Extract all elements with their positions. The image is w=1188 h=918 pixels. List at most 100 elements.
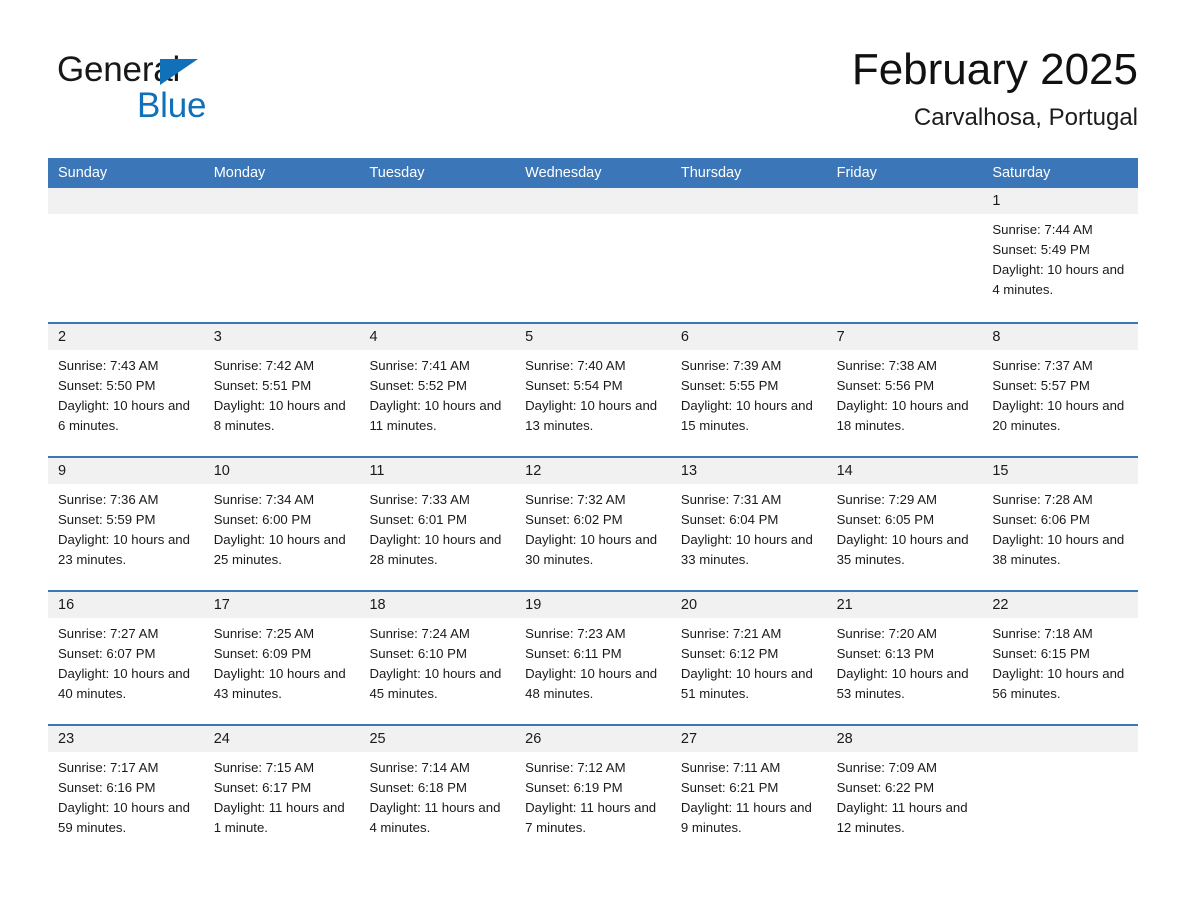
sunset-text: Sunset: 5:50 PM — [58, 378, 156, 393]
day-number: 18 — [359, 592, 516, 618]
day-cell[interactable]: 18 Sunrise: 7:24 AM Sunset: 6:10 PM Dayl… — [359, 592, 516, 724]
day-cell[interactable]: 24 Sunrise: 7:15 AM Sunset: 6:17 PM Dayl… — [203, 726, 360, 858]
day-number: 17 — [203, 592, 360, 618]
triangle-flag-icon — [160, 59, 198, 85]
daylight-text: Daylight: 10 hours and 59 minutes. — [58, 800, 190, 835]
day-cell[interactable]: 28 Sunrise: 7:09 AM Sunset: 6:22 PM Dayl… — [826, 726, 983, 858]
day-number: 21 — [826, 592, 983, 618]
sunset-text: Sunset: 6:21 PM — [680, 780, 779, 795]
sunset-text: Sunset: 5:56 PM — [836, 378, 935, 393]
sunrise-text: Sunrise: 7:25 AM — [213, 626, 315, 641]
day-cell[interactable]: 20 Sunrise: 7:21 AM Sunset: 6:12 PM Dayl… — [670, 592, 827, 724]
day-details — [359, 214, 515, 220]
daylight-text: Daylight: 10 hours and 15 minutes. — [680, 398, 813, 433]
general-blue-logo[interactable]: General Blue — [57, 50, 317, 128]
daylight-text: Daylight: 10 hours and 28 minutes. — [369, 532, 502, 567]
day-number: 23 — [48, 726, 204, 752]
day-number: 22 — [982, 592, 1139, 618]
daylight-text: Daylight: 10 hours and 51 minutes. — [680, 666, 813, 701]
day-cell[interactable]: 25 Sunrise: 7:14 AM Sunset: 6:18 PM Dayl… — [359, 726, 516, 858]
daylight-text: Daylight: 11 hours and 1 minute. — [213, 800, 345, 835]
day-cell[interactable]: 23 Sunrise: 7:17 AM Sunset: 6:16 PM Dayl… — [48, 726, 204, 858]
sunrise-text: Sunrise: 7:44 AM — [992, 222, 1093, 237]
sunset-text: Sunset: 6:12 PM — [680, 646, 779, 661]
daylight-text: Daylight: 10 hours and 6 minutes. — [58, 398, 190, 433]
day-details: Sunrise: 7:17 AM Sunset: 6:16 PM Dayligh… — [48, 752, 204, 838]
day-cell[interactable]: 14 Sunrise: 7:29 AM Sunset: 6:05 PM Dayl… — [826, 458, 983, 590]
sunrise-text: Sunrise: 7:14 AM — [369, 760, 470, 775]
day-cell[interactable]: 11 Sunrise: 7:33 AM Sunset: 6:01 PM Dayl… — [359, 458, 516, 590]
sunrise-text: Sunrise: 7:15 AM — [213, 760, 315, 775]
day-cell[interactable]: 19 Sunrise: 7:23 AM Sunset: 6:11 PM Dayl… — [515, 592, 671, 724]
daylight-text: Daylight: 10 hours and 56 minutes. — [992, 666, 1125, 701]
day-details — [48, 214, 204, 220]
day-cell[interactable]: 3 Sunrise: 7:42 AM Sunset: 5:51 PM Dayli… — [203, 324, 360, 456]
day-cell[interactable]: 21 Sunrise: 7:20 AM Sunset: 6:13 PM Dayl… — [826, 592, 983, 724]
week-row: 9 Sunrise: 7:36 AM Sunset: 5:59 PM Dayli… — [48, 456, 1139, 590]
day-details: Sunrise: 7:32 AM Sunset: 6:02 PM Dayligh… — [515, 484, 671, 570]
weekday-header-friday: Friday — [836, 165, 877, 181]
daylight-text: Daylight: 11 hours and 7 minutes. — [525, 800, 657, 835]
sunset-text: Sunset: 5:51 PM — [213, 378, 312, 393]
location-subtitle: Carvalhosa, Portugal — [913, 104, 1138, 131]
day-cell[interactable]: 16 Sunrise: 7:27 AM Sunset: 6:07 PM Dayl… — [48, 592, 204, 724]
sunset-text: Sunset: 6:10 PM — [369, 646, 467, 661]
day-details: Sunrise: 7:18 AM Sunset: 6:15 PM Dayligh… — [982, 618, 1138, 704]
calendar-page: General Blue February 2025 Carvalhosa, P… — [0, 0, 1188, 918]
sunrise-text: Sunrise: 7:43 AM — [58, 358, 159, 373]
sunrise-text: Sunrise: 7:11 AM — [680, 760, 781, 775]
sunset-text: Sunset: 6:19 PM — [525, 780, 623, 795]
day-number: 20 — [670, 592, 827, 618]
sunrise-text: Sunrise: 7:28 AM — [992, 492, 1093, 507]
day-number: 10 — [203, 458, 360, 484]
day-details — [827, 214, 983, 220]
day-details: Sunrise: 7:15 AM Sunset: 6:17 PM Dayligh… — [204, 752, 360, 838]
day-cell[interactable]: 17 Sunrise: 7:25 AM Sunset: 6:09 PM Dayl… — [203, 592, 360, 724]
day-number: 26 — [515, 726, 671, 752]
day-number: 3 — [203, 324, 360, 350]
day-cell[interactable]: 6 Sunrise: 7:39 AM Sunset: 5:55 PM Dayli… — [670, 324, 827, 456]
sunrise-text: Sunrise: 7:38 AM — [836, 358, 938, 373]
day-number: 24 — [203, 726, 360, 752]
daylight-text: Daylight: 10 hours and 38 minutes. — [992, 532, 1125, 567]
day-number: 7 — [826, 324, 983, 350]
week-row: 23 Sunrise: 7:17 AM Sunset: 6:16 PM Dayl… — [48, 724, 1139, 858]
sunrise-text: Sunrise: 7:18 AM — [992, 626, 1093, 641]
weekday-header-row: Sunday Monday Tuesday Wednesday Thursday… — [48, 158, 1138, 188]
day-cell[interactable]: 8 Sunrise: 7:37 AM Sunset: 5:57 PM Dayli… — [982, 324, 1139, 456]
day-cell[interactable]: 15 Sunrise: 7:28 AM Sunset: 6:06 PM Dayl… — [982, 458, 1139, 590]
sunrise-text: Sunrise: 7:42 AM — [213, 358, 315, 373]
week-row: 16 Sunrise: 7:27 AM Sunset: 6:07 PM Dayl… — [48, 590, 1139, 724]
sunset-text: Sunset: 6:09 PM — [213, 646, 312, 661]
sunset-text: Sunset: 6:18 PM — [369, 780, 467, 795]
sunset-text: Sunset: 6:01 PM — [369, 512, 467, 527]
day-cell[interactable]: 2 Sunrise: 7:43 AM Sunset: 5:50 PM Dayli… — [48, 324, 204, 456]
day-details: Sunrise: 7:27 AM Sunset: 6:07 PM Dayligh… — [48, 618, 204, 704]
daylight-text: Daylight: 10 hours and 35 minutes. — [836, 532, 969, 567]
day-cell[interactable]: 7 Sunrise: 7:38 AM Sunset: 5:56 PM Dayli… — [826, 324, 983, 456]
daylight-text: Daylight: 11 hours and 9 minutes. — [680, 800, 812, 835]
day-number: 14 — [826, 458, 983, 484]
day-cell[interactable]: 10 Sunrise: 7:34 AM Sunset: 6:00 PM Dayl… — [203, 458, 360, 590]
daylight-text: Daylight: 10 hours and 8 minutes. — [213, 398, 346, 433]
day-cell[interactable]: 27 Sunrise: 7:11 AM Sunset: 6:21 PM Dayl… — [670, 726, 827, 858]
day-cell[interactable]: 22 Sunrise: 7:18 AM Sunset: 6:15 PM Dayl… — [982, 592, 1139, 724]
daylight-text: Daylight: 10 hours and 18 minutes. — [836, 398, 969, 433]
day-number — [826, 188, 983, 214]
day-cell[interactable]: 13 Sunrise: 7:31 AM Sunset: 6:04 PM Dayl… — [670, 458, 827, 590]
day-cell — [359, 188, 516, 322]
day-cell — [670, 188, 827, 322]
sunset-text: Sunset: 6:16 PM — [58, 780, 156, 795]
day-cell[interactable]: 12 Sunrise: 7:32 AM Sunset: 6:02 PM Dayl… — [515, 458, 671, 590]
page-title: February 2025 — [851, 45, 1138, 94]
daylight-text: Daylight: 10 hours and 48 minutes. — [525, 666, 658, 701]
day-cell[interactable]: 9 Sunrise: 7:36 AM Sunset: 5:59 PM Dayli… — [48, 458, 204, 590]
day-cell[interactable]: 4 Sunrise: 7:41 AM Sunset: 5:52 PM Dayli… — [359, 324, 516, 456]
day-details: Sunrise: 7:31 AM Sunset: 6:04 PM Dayligh… — [671, 484, 827, 570]
day-cell[interactable]: 26 Sunrise: 7:12 AM Sunset: 6:19 PM Dayl… — [515, 726, 671, 858]
day-cell[interactable]: 5 Sunrise: 7:40 AM Sunset: 5:54 PM Dayli… — [515, 324, 671, 456]
day-number: 4 — [359, 324, 516, 350]
day-cell[interactable]: 1 Sunrise: 7:44 AM Sunset: 5:49 PM Dayli… — [982, 188, 1139, 322]
sunset-text: Sunset: 6:07 PM — [58, 646, 156, 661]
weekday-header-tuesday: Tuesday — [369, 165, 425, 181]
